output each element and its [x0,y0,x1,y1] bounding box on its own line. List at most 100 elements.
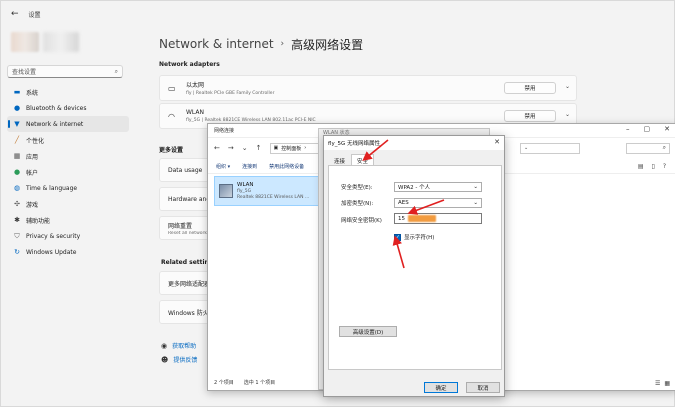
network-key-value: 15 [398,215,405,222]
toolbar-disable-device[interactable]: 禁用此网络设备 [269,163,304,170]
chevron-down-icon[interactable]: ⌄ [565,83,570,90]
sidebar-item-gaming[interactable]: ✣ 游戏 [7,196,129,212]
advanced-settings-button[interactable]: 高级设置(D) [339,326,397,337]
sidebar-item-label: 辅助功能 [26,217,51,225]
preview-pane-icon[interactable]: ▯ [652,163,655,170]
sidebar-item-bluetooth[interactable]: ● Bluetooth & devices [7,100,129,116]
adapter-ethernet[interactable]: ▭ 以太网 fly | Realtek PCIe GBE Family Cont… [159,75,577,101]
cp-search-input[interactable]: ⌕ [626,142,670,154]
sidebar-item-network[interactable]: ▼ Network & internet [7,116,129,132]
settings-app-title: 设置 [28,11,41,19]
toolbar-connect[interactable]: 连接到 [242,163,257,170]
globe-icon: ◍ [13,184,21,192]
encryption-type-value: AES [398,200,409,206]
disable-wlan-button[interactable]: 禁用 [504,110,556,122]
sidebar-item-label: Bluetooth & devices [26,104,87,112]
adapter-name: 以太网 [186,82,205,89]
search-icon: ⌕ [662,144,666,151]
network-key-label: 网络安全密钥(K) [341,218,382,224]
sidebar-item-label: 个性化 [26,137,45,145]
item-count: 2 个项目 [214,380,234,386]
close-icon[interactable]: ✕ [664,125,670,133]
cp-view-options: ▤ ▯ ? [638,163,666,170]
wlan-connection-item[interactable]: WLAN fly_5G Realtek 8821CE Wireless LAN … [214,176,326,206]
disable-ethernet-button[interactable]: 禁用 [504,82,556,94]
sidebar-item-privacy[interactable]: ⛉ Privacy & security [7,228,129,244]
wireless-properties-dialog: fly_5G 无线网络属性 ✕ 连接 安全 安全类型(E): WPA2 - 个人… [323,135,505,397]
sidebar-item-label: 应用 [26,153,39,161]
sidebar-item-label: 游戏 [26,201,39,209]
ok-button[interactable]: 确定 [424,382,458,393]
cp-statusbar: 2 个项目 选中 1 个项目 [214,379,275,386]
cp-window-controls: – ▢ ✕ [626,125,670,133]
view-options-icon[interactable]: ▤ [638,163,644,170]
encryption-type-label: 加密类型(N): [341,201,374,207]
details-view-icon[interactable]: ☰ [655,380,660,387]
user-name-blurred [43,32,79,52]
settings-main: Network & internet › 高级网络设置 Network adap… [159,33,579,68]
password-redaction [408,215,436,222]
chevron-down-icon[interactable]: ⌄ [565,111,570,118]
sidebar-item-time-language[interactable]: ◍ Time & language [7,180,129,196]
brush-icon: ╱ [14,136,20,144]
help-link-get-help[interactable]: ◉ 获取帮助 [161,341,196,351]
address-dropdown-icon: ⌄ [524,145,529,151]
back-arrow-icon[interactable]: ← [11,9,19,19]
cp-address-bar-extension[interactable]: ⌄ [520,142,580,154]
sidebar-item-label: 系统 [26,89,39,97]
apps-icon: ▦ [13,152,21,160]
breadcrumb-parent[interactable]: Network & internet [159,37,274,51]
user-profile[interactable] [7,29,132,55]
address-text: 控制面板 [281,145,302,152]
system-icon: ▬ [13,88,21,96]
minimize-icon[interactable]: – [626,125,630,133]
update-icon: ↻ [14,248,20,256]
cancel-button[interactable]: 取消 [466,382,500,393]
show-characters-checkbox[interactable]: ✓ [394,233,401,241]
cp-title: 网络连接 [214,128,235,134]
sidebar-item-label: Privacy & security [26,232,81,240]
dialog-titlebar: fly_5G 无线网络属性 [324,136,504,150]
show-characters-row[interactable]: ✓ 显示字符(H) [394,233,434,241]
sidebar-item-windows-update[interactable]: ↻ Windows Update [7,244,129,260]
network-key-input[interactable]: 15 [394,213,482,224]
toolbar-organize[interactable]: 组织 ▾ [216,163,230,170]
chevron-down-icon: ⌄ [473,200,478,206]
wifi-icon: ◠ [168,111,175,121]
breadcrumb: Network & internet › 高级网络设置 [159,33,579,55]
person-icon: ● [13,168,21,176]
encryption-type-select[interactable]: AES ⌄ [394,198,482,208]
accessibility-icon: ✱ [14,216,20,224]
more-settings-heading: 更多设置 [159,147,184,154]
settings-search-input[interactable]: 查找设置 ⌕ [7,65,123,78]
nav-down-icon[interactable]: ⌄ [242,144,248,152]
nav-forward-icon[interactable]: → [228,144,234,152]
security-type-value: WPA2 - 个人 [398,185,431,191]
security-tab-pane: 安全类型(E): WPA2 - 个人 ⌄ 加密类型(N): AES ⌄ 网络安全… [328,165,502,370]
sidebar-item-personalization[interactable]: ╱ 个性化 [7,132,129,148]
control-panel-icon: ▣ [273,145,279,151]
avatar [11,32,39,52]
breadcrumb-separator: › [280,39,285,49]
help-icon[interactable]: ? [663,163,666,170]
bluetooth-icon: ● [13,104,21,112]
feedback-icon: ☻ [161,355,169,364]
search-placeholder: 查找设置 [12,69,37,76]
sidebar-item-accessibility[interactable]: ✱ 辅助功能 [7,212,129,228]
sidebar-item-accounts[interactable]: ● 帐户 [7,164,129,180]
selected-count: 选中 1 个项目 [243,380,276,386]
security-type-select[interactable]: WPA2 - 个人 ⌄ [394,182,482,192]
help-link-feedback[interactable]: ☻ 提供反馈 [161,355,197,365]
sidebar-item-system[interactable]: ▬ 系统 [7,84,129,100]
adapter-desc: fly | Realtek PCIe GBE Family Controller [186,91,275,96]
connection-adapter: Realtek 8821CE Wireless LAN ... [237,195,310,200]
connection-name: WLAN [237,182,254,188]
sidebar-nav: ▬ 系统 ● Bluetooth & devices ▼ Network & inte… [7,84,132,260]
sidebar-item-apps[interactable]: ▦ 应用 [7,148,129,164]
tiles-view-icon[interactable]: ▦ [664,380,670,387]
close-icon[interactable]: ✕ [494,138,500,146]
nav-back-icon[interactable]: ← [214,144,220,152]
nav-up-icon[interactable]: ↑ [256,144,262,152]
network-adapter-icon [219,184,233,198]
maximize-icon[interactable]: ▢ [644,125,651,133]
